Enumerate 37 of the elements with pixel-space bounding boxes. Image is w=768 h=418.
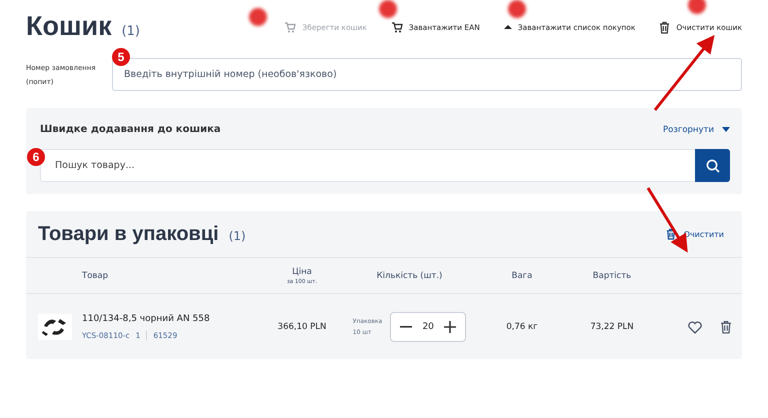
search-icon: [706, 158, 720, 172]
price-cell-text: 366,10 PLN: [276, 322, 328, 332]
column-header: Товар: [82, 270, 108, 280]
value-cell-text: 73,22 PLN: [589, 322, 635, 332]
trash-icon: [666, 228, 676, 240]
quantity-value: 20: [422, 322, 434, 332]
marker-dot: [379, 0, 397, 18]
quantity-stepper[interactable]: 20: [390, 312, 466, 342]
weight-cell-text: 0,76 кг: [505, 322, 539, 332]
caret-up-icon: [504, 24, 512, 30]
search-field[interactable]: Пошук товару...: [40, 149, 695, 182]
column-header: Кількість (шт.): [376, 270, 442, 280]
column-header: Ціна: [292, 266, 312, 276]
product-name: 110/134-8,5 чорний AN 558: [82, 314, 211, 324]
clear-button[interactable]: Очистити: [666, 228, 730, 240]
cart-icon: [284, 21, 296, 33]
page-title: Кошик: [26, 10, 112, 42]
number-marker: 5: [112, 48, 130, 66]
heart-icon[interactable]: [688, 320, 702, 334]
search-button[interactable]: [695, 149, 730, 182]
cart-icon: [390, 21, 403, 33]
minus-icon[interactable]: [400, 326, 412, 328]
section-title: Товари в упаковці: [38, 222, 219, 246]
marker-dot: [508, 0, 526, 18]
item-count: (1): [122, 24, 140, 38]
quick-add-title: Швидке додавання до кошика: [40, 124, 221, 135]
marker-dot: [249, 8, 267, 26]
column-header: Вартість: [592, 270, 632, 280]
plus-icon[interactable]: [444, 321, 456, 333]
item-count: (1): [228, 228, 246, 242]
product-thumbnail: [38, 314, 72, 340]
trash-icon: [659, 20, 670, 34]
caret-down-icon: [722, 126, 730, 132]
column-header: Вага: [512, 270, 532, 280]
expand-button[interactable]: Розгорнути: [663, 124, 730, 134]
marker-dot: [688, 0, 706, 14]
trash-icon[interactable]: [720, 320, 732, 334]
